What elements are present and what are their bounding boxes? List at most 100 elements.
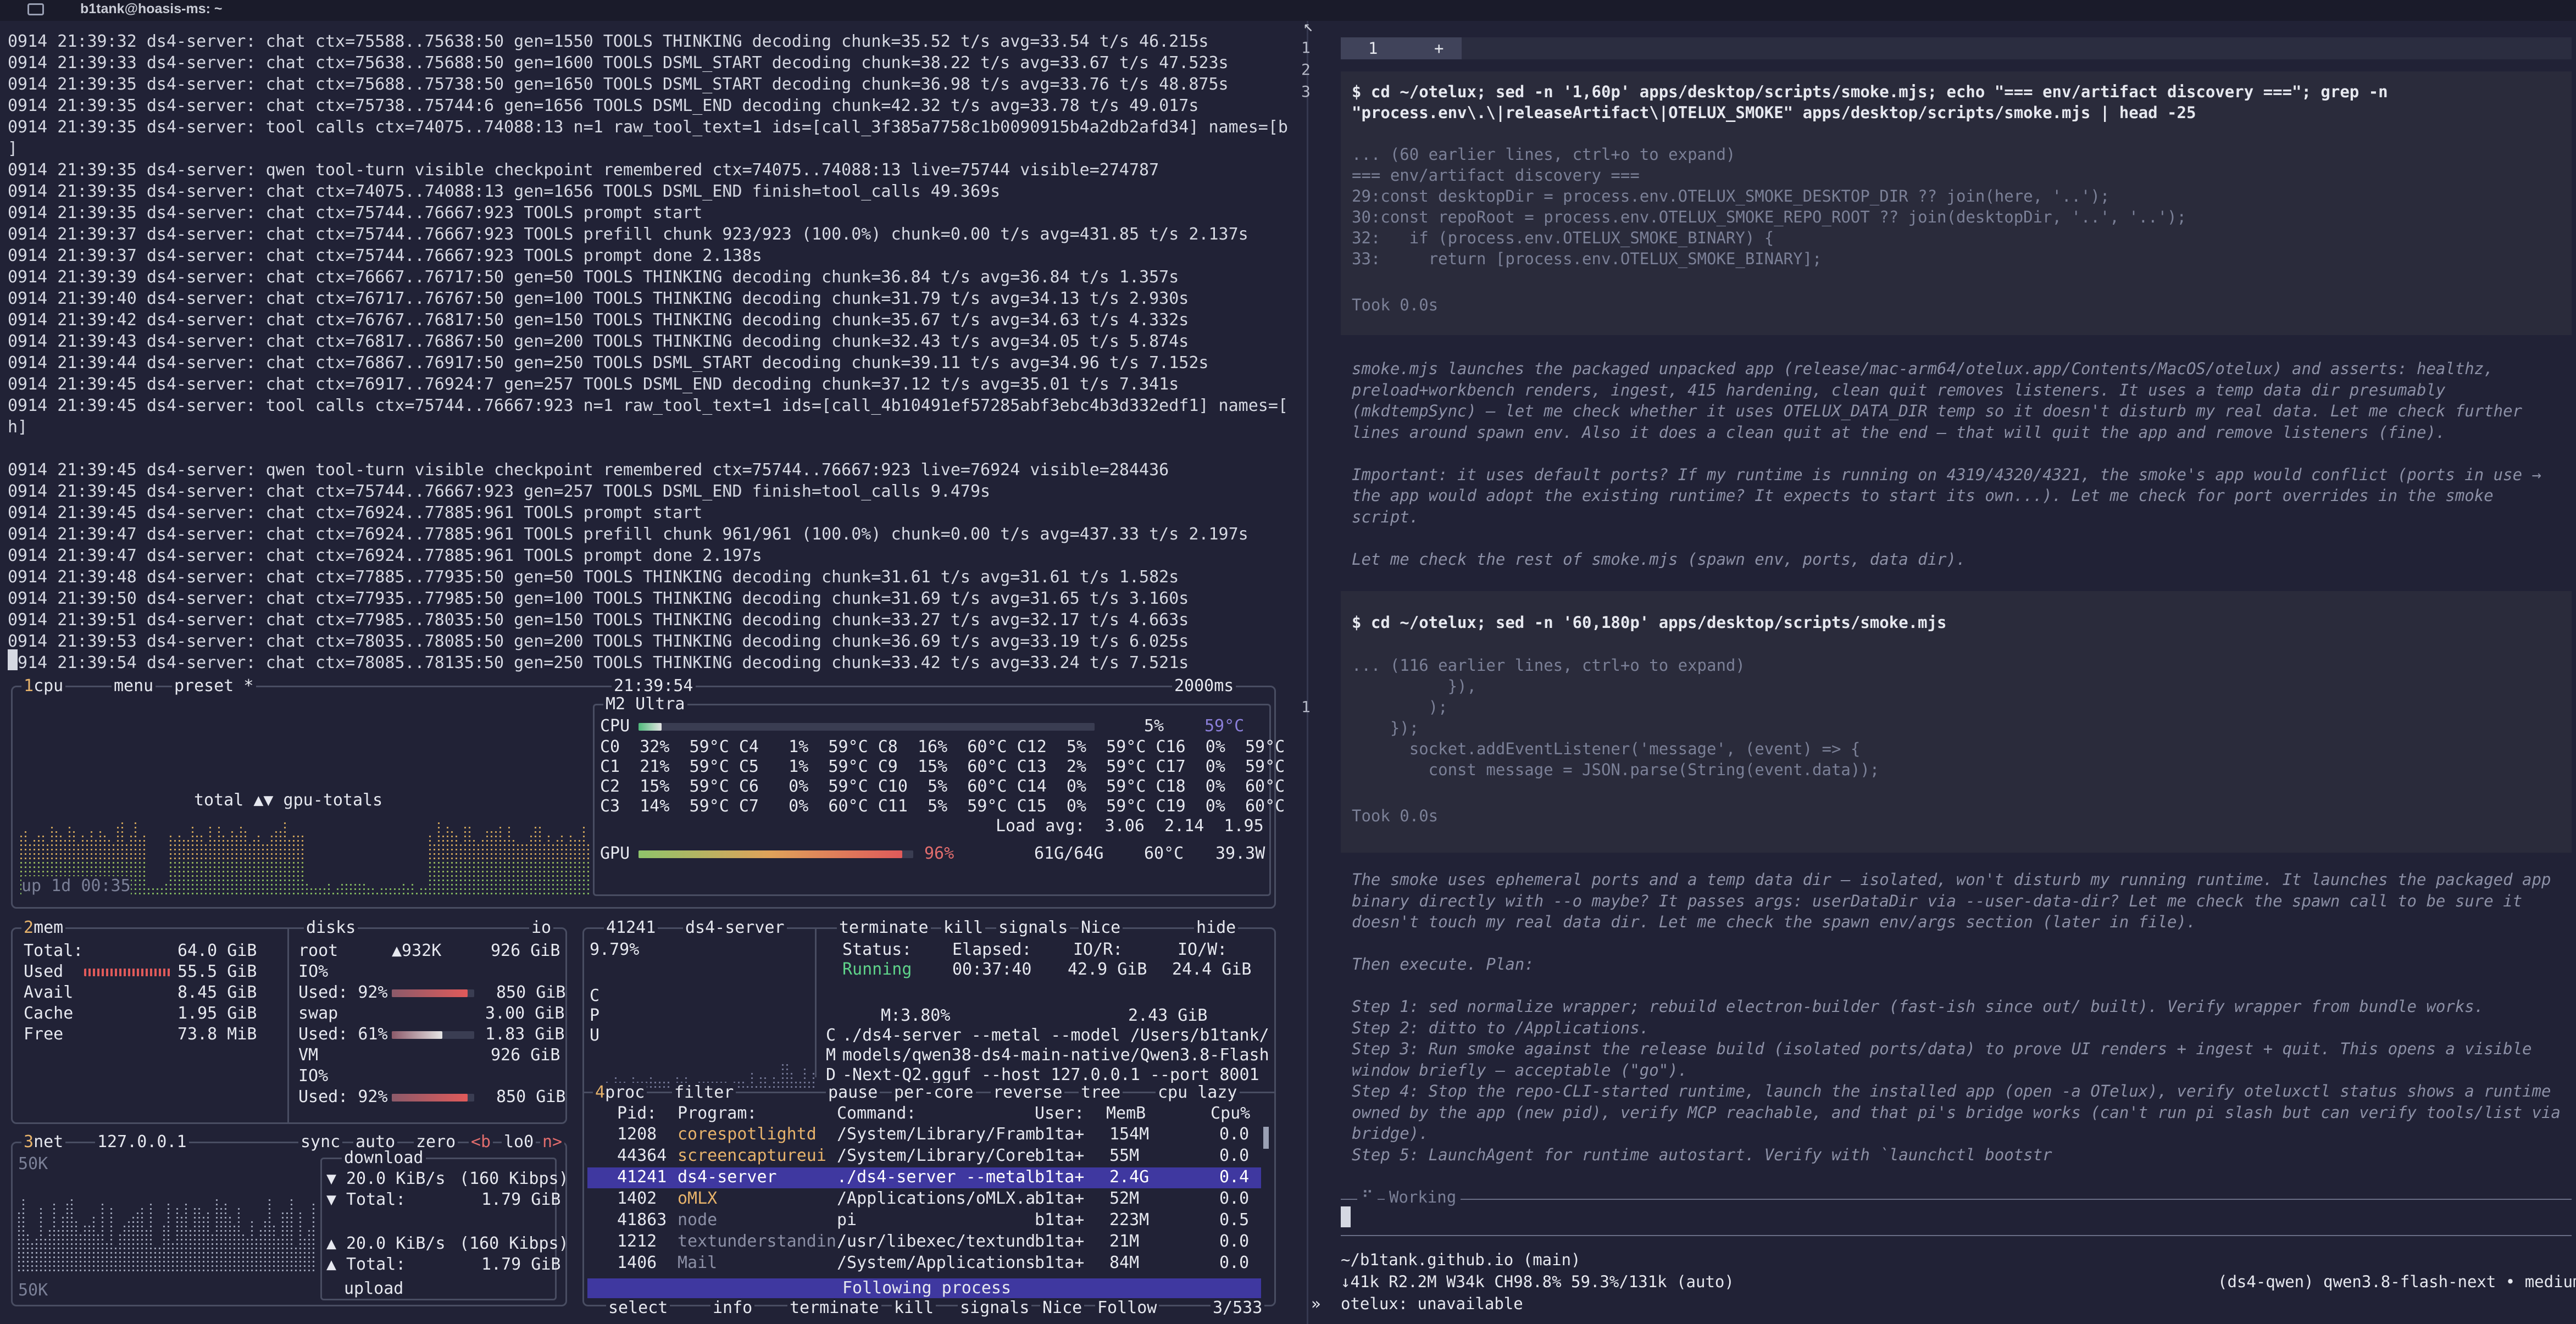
out1-line: 33: return [process.env.OTELUX_SMOKE_BIN… bbox=[1352, 249, 1822, 268]
proc-sort-button[interactable]: cpu lazy bbox=[1156, 1083, 1240, 1103]
cpu-graph-dot bbox=[205, 880, 207, 881]
process-row[interactable]: 41863 node pi b1ta+ 223M 0.5 bbox=[587, 1210, 1261, 1231]
net-graph-dot bbox=[137, 1226, 138, 1227]
mem-box-title[interactable]: mem bbox=[34, 918, 63, 937]
mem-total-value: 64.0 GiB bbox=[177, 941, 257, 960]
cpu-graph-dot bbox=[187, 888, 189, 890]
detail-nice-button[interactable]: Nice bbox=[1079, 918, 1123, 938]
net-graph-dot bbox=[313, 1208, 314, 1210]
cpu-box-title[interactable]: cpu bbox=[34, 676, 63, 696]
col-user-header[interactable]: User: bbox=[1035, 1104, 1084, 1123]
net-graph-dot bbox=[308, 1265, 310, 1267]
net-graph-dot bbox=[141, 1208, 143, 1210]
cpu-graph-dot bbox=[434, 888, 435, 890]
net-graph-dot bbox=[93, 1230, 95, 1232]
menu-button[interactable]: menu bbox=[112, 676, 156, 696]
footer-follow[interactable]: Follow bbox=[1095, 1298, 1159, 1318]
footer-terminate[interactable]: terminate bbox=[787, 1298, 881, 1318]
cpu-graph-dot bbox=[192, 849, 193, 850]
net-graph-dot bbox=[313, 1252, 314, 1254]
cpu-graph-dot bbox=[504, 840, 506, 842]
net-graph-dot bbox=[23, 1252, 24, 1254]
process-row[interactable]: 1402 oMLX/Applications/oMLX.a b1ta+ 52M 0.0 bbox=[587, 1189, 1261, 1210]
terminal-window-icon[interactable] bbox=[27, 3, 44, 15]
update-interval[interactable]: 2000ms bbox=[1172, 676, 1236, 696]
col-pid-header[interactable]: Pid: bbox=[617, 1104, 657, 1123]
process-row[interactable]: 1208 corespotlightd/System/Library/Fram b1… bbox=[587, 1125, 1261, 1145]
proc-percore-button[interactable]: per-core bbox=[892, 1083, 976, 1103]
net-prev-iface[interactable]: <b bbox=[469, 1132, 493, 1152]
io-toggle[interactable]: io bbox=[529, 918, 554, 938]
cpu-graph-dot bbox=[284, 831, 286, 833]
cpu-graph-dot bbox=[429, 840, 431, 842]
new-tab-button[interactable]: + bbox=[1434, 38, 1444, 59]
col-mem-header[interactable]: MemB bbox=[1106, 1104, 1146, 1123]
proc-pause-button[interactable]: pause bbox=[826, 1083, 880, 1103]
net-next-iface[interactable]: n> bbox=[540, 1132, 565, 1152]
process-row[interactable]: 1406 Mail/System/Applications b1ta+ 84M 0.0 bbox=[587, 1253, 1261, 1274]
col-cpu-header[interactable]: Cpu% bbox=[1211, 1104, 1250, 1123]
cpu-graph-dot bbox=[495, 844, 497, 846]
detail-hide-button[interactable]: hide bbox=[1194, 918, 1239, 938]
cpu-graph-dot bbox=[469, 862, 470, 864]
detail-signals-button[interactable]: signals bbox=[996, 918, 1070, 938]
cpu-graph-dot bbox=[143, 880, 145, 881]
process-row[interactable]: 44364 screencaptureui/System/Library/Core… bbox=[587, 1146, 1261, 1167]
cpu-graph-dot bbox=[442, 875, 444, 877]
net-graph-dot bbox=[291, 1248, 292, 1249]
footer-kill[interactable]: kill bbox=[892, 1298, 936, 1318]
footer-nice[interactable]: Nice bbox=[1040, 1298, 1085, 1318]
net-graph-dot bbox=[36, 1265, 37, 1267]
proc-reverse-button[interactable]: reverse bbox=[991, 1083, 1065, 1103]
footer-signals[interactable]: signals bbox=[958, 1298, 1032, 1318]
cpu-graph-dot bbox=[504, 853, 506, 855]
net-graph-dot bbox=[229, 1252, 231, 1254]
net-graph-dot bbox=[269, 1234, 270, 1236]
cpu-graph-dot bbox=[574, 871, 576, 872]
proc-box-title[interactable]: proc bbox=[605, 1083, 645, 1102]
cpu-graph-dot bbox=[297, 880, 299, 881]
proc-graph-dot bbox=[654, 1086, 656, 1088]
disk-swap-bar-fill bbox=[392, 1031, 442, 1039]
proc-tree-button[interactable]: tree bbox=[1079, 1083, 1123, 1103]
log-line: ] bbox=[8, 139, 18, 158]
process-row[interactable]: 41241 ds4-server ./ds4-server --metal b1ta+… bbox=[587, 1167, 1261, 1188]
proc-elapsed: 00:37:40 bbox=[952, 960, 1032, 979]
cpu-graph-dot bbox=[135, 893, 136, 894]
cpu-graph-dot bbox=[25, 871, 26, 872]
proc-graph-dot bbox=[782, 1077, 784, 1079]
col-program-header[interactable]: Program: bbox=[678, 1104, 757, 1123]
net-graph-dot bbox=[238, 1212, 240, 1214]
cpu-graph-dot bbox=[196, 893, 198, 894]
cpu-graph-dot bbox=[284, 893, 286, 894]
detail-terminate-button[interactable]: terminate bbox=[837, 918, 931, 938]
footer-select[interactable]: select bbox=[606, 1298, 670, 1318]
disks-title[interactable]: disks bbox=[304, 918, 358, 938]
cpu-graph-dot bbox=[192, 844, 193, 846]
net-graph-dot bbox=[132, 1234, 134, 1236]
process-row[interactable]: 1212 textunderstandin/usr/libexec/textund… bbox=[587, 1232, 1261, 1253]
net-graph-dot bbox=[45, 1252, 46, 1254]
preset-button[interactable]: preset * bbox=[172, 676, 256, 696]
proc-graph-dot bbox=[786, 1069, 788, 1070]
cpu-graph-dot bbox=[130, 862, 132, 864]
cpu-graph-dot bbox=[64, 862, 66, 864]
detail-kill-button[interactable]: kill bbox=[941, 918, 986, 938]
proc-scrollbar[interactable] bbox=[1263, 1127, 1269, 1149]
net-box-title[interactable]: net bbox=[34, 1132, 63, 1151]
net-graph-dot bbox=[225, 1265, 226, 1267]
footer-info[interactable]: info bbox=[710, 1298, 755, 1318]
net-graph-dot bbox=[23, 1226, 24, 1227]
input-cursor[interactable] bbox=[1341, 1206, 1351, 1227]
cpu-graph-dot bbox=[478, 862, 479, 864]
col-command-header[interactable]: Command: bbox=[837, 1104, 917, 1123]
net-graph-dot bbox=[110, 1248, 112, 1249]
cpu-graph-dot bbox=[245, 853, 246, 855]
net-graph-dot bbox=[198, 1217, 200, 1219]
proc-filter-button[interactable]: filter bbox=[672, 1083, 736, 1103]
net-graph-dot bbox=[238, 1230, 240, 1232]
cpu-graph-dot bbox=[328, 893, 330, 894]
pane-divider[interactable] bbox=[1307, 21, 1308, 1324]
cpu-graph-label[interactable]: total ▲▼ gpu-totals bbox=[194, 791, 383, 810]
net-sync-toggle[interactable]: sync bbox=[298, 1132, 343, 1152]
